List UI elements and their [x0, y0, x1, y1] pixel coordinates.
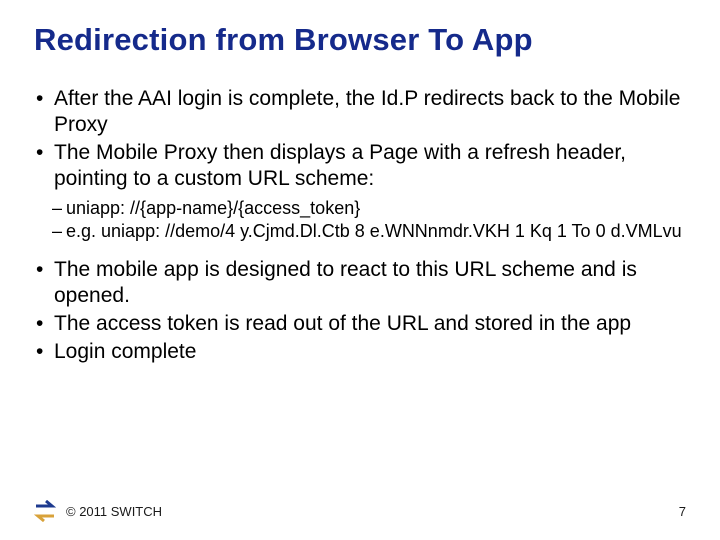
slide-footer: © 2011 SWITCH 7: [34, 500, 686, 522]
sub-text: uniapp: //{app-name}/{access_token}: [66, 198, 360, 218]
page-number: 7: [679, 504, 686, 519]
copyright-text: © 2011 SWITCH: [66, 504, 162, 519]
bullet-text: The access token is read out of the URL …: [54, 312, 631, 335]
spacer: [34, 249, 686, 257]
bullet-item: The mobile app is designed to react to t…: [36, 257, 686, 310]
bullet-text: Login complete: [54, 340, 196, 363]
sub-item: e.g. uniapp: //demo/4 y.Cjmd.Dl.Ctb 8 e.…: [52, 220, 686, 243]
bullet-item: After the AAI login is complete, the Id.…: [36, 86, 686, 139]
bullet-item: Login complete: [36, 339, 686, 365]
sub-list: uniapp: //{app-name}/{access_token} e.g.…: [52, 197, 686, 243]
bullet-text: The Mobile Proxy then displays a Page wi…: [54, 141, 626, 190]
bullet-item: The access token is read out of the URL …: [36, 311, 686, 337]
slide: Redirection from Browser To App After th…: [0, 0, 720, 540]
switch-logo-icon: [34, 500, 56, 522]
bullet-text: The mobile app is designed to react to t…: [54, 258, 637, 307]
slide-body: After the AAI login is complete, the Id.…: [36, 86, 686, 193]
bullet-text: After the AAI login is complete, the Id.…: [54, 87, 680, 136]
sub-item: uniapp: //{app-name}/{access_token}: [52, 197, 686, 220]
sub-text: e.g. uniapp: //demo/4 y.Cjmd.Dl.Ctb 8 e.…: [66, 221, 682, 241]
slide-title: Redirection from Browser To App: [34, 22, 686, 58]
bullet-item: The Mobile Proxy then displays a Page wi…: [36, 140, 686, 193]
footer-left: © 2011 SWITCH: [34, 500, 162, 522]
slide-body-2: The mobile app is designed to react to t…: [36, 257, 686, 366]
